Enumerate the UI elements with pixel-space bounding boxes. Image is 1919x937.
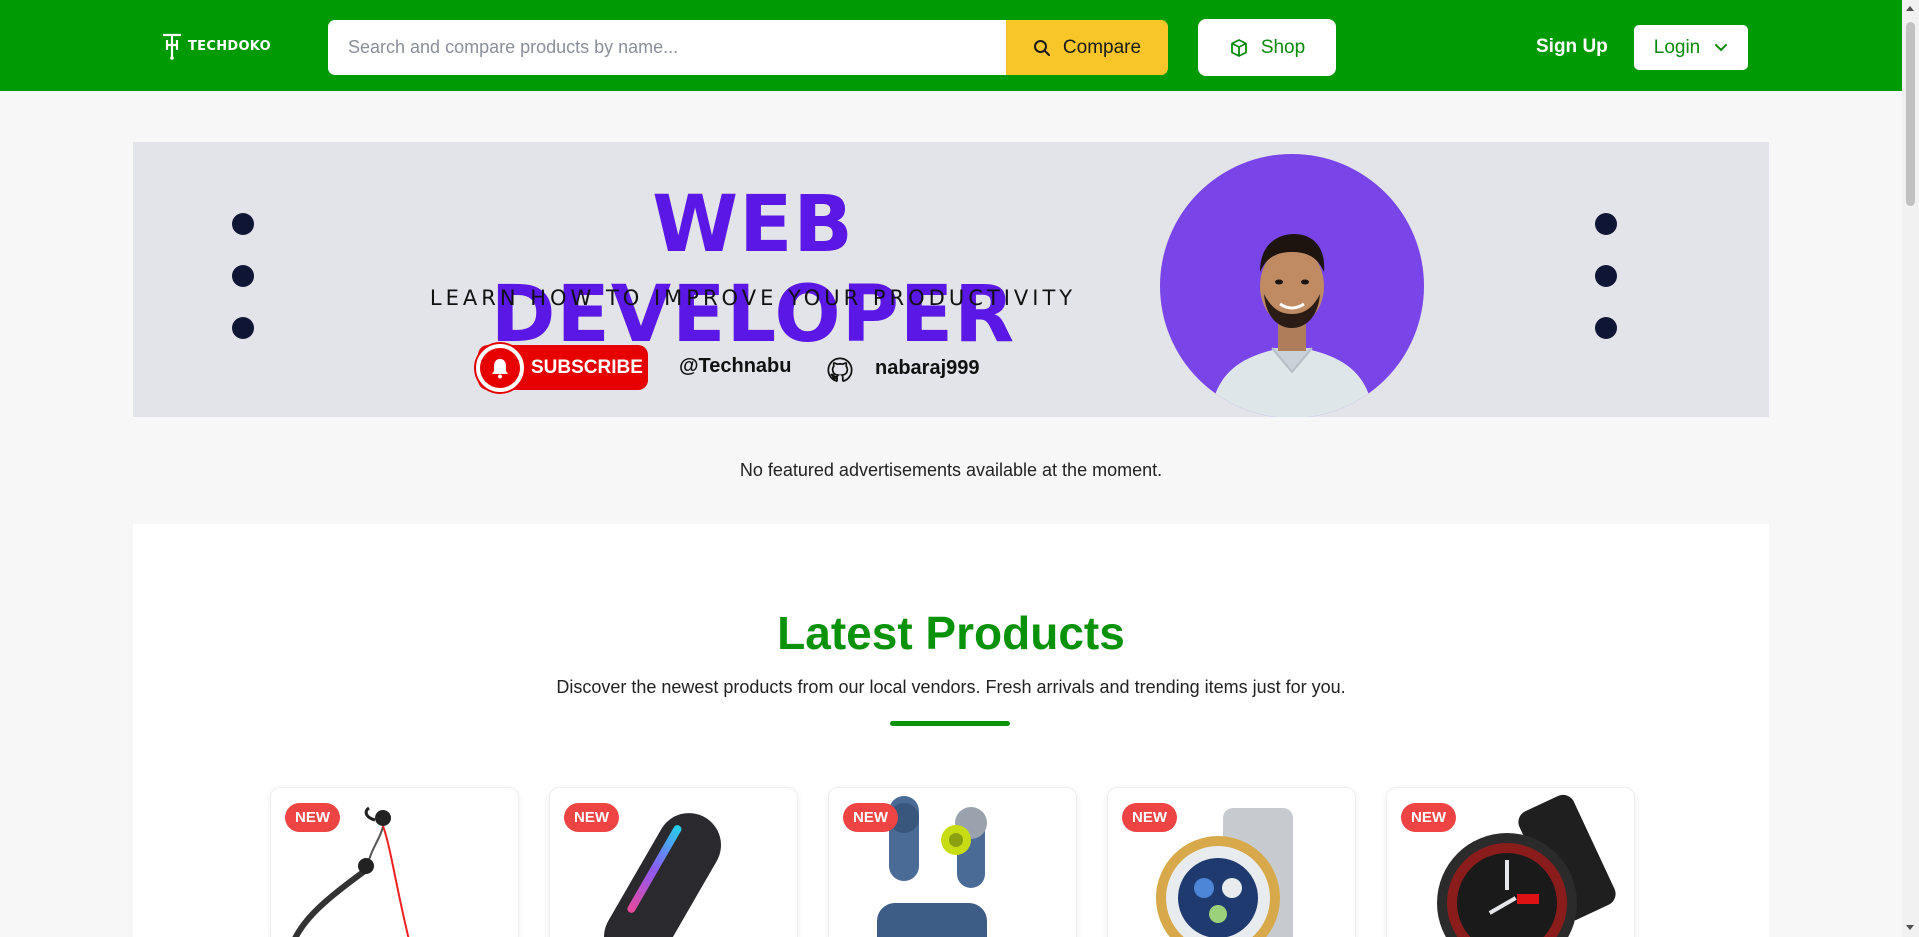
product-card[interactable]: NEW: [270, 787, 519, 937]
banner-title: WEB DEVELOPER: [490, 180, 1016, 360]
search-input[interactable]: [328, 20, 1006, 75]
product-card[interactable]: NEW: [549, 787, 798, 937]
top-navbar: TECHDOKO Compare Shop Sign Up Login: [0, 0, 1902, 91]
subscribe-button[interactable]: SUBSCRIBE: [476, 343, 648, 392]
decor-dot: [232, 265, 254, 287]
scroll-thumb[interactable]: [1906, 22, 1915, 206]
shop-button[interactable]: Shop: [1198, 19, 1336, 76]
title-underline: [890, 721, 1010, 726]
compare-label: Compare: [1062, 36, 1142, 58]
shop-label: Shop: [1260, 36, 1306, 58]
signup-link[interactable]: Sign Up: [1536, 36, 1608, 58]
decor-dot: [1595, 213, 1617, 235]
latest-products-section: Latest Products Discover the newest prod…: [133, 524, 1769, 937]
profile-photo: [1160, 154, 1424, 417]
product-card[interactable]: NEW: [828, 787, 1077, 937]
decor-dot: [1595, 317, 1617, 339]
scroll-down-arrow-icon[interactable]: [1906, 925, 1914, 930]
channel-handle: @Technabu: [679, 355, 792, 377]
scroll-up-arrow-icon[interactable]: [1906, 6, 1914, 11]
new-badge: NEW: [1122, 803, 1177, 832]
section-title: Latest Products: [777, 607, 1125, 659]
chevron-down-icon: [1715, 43, 1728, 51]
ads-empty-message: No featured advertisements available at …: [739, 460, 1163, 480]
login-dropdown-button[interactable]: Login: [1634, 25, 1748, 70]
new-badge: NEW: [843, 803, 898, 832]
section-description: Discover the newest products from our lo…: [556, 677, 1346, 697]
new-badge: NEW: [1401, 803, 1456, 832]
hero-banner[interactable]: WEB DEVELOPER LEARN HOW TO IMPROVE YOUR …: [133, 142, 1769, 417]
github-username: nabaraj999: [875, 357, 980, 379]
brand-name: TECHDOKO: [188, 38, 271, 54]
new-badge: NEW: [285, 803, 340, 832]
login-label: Login: [1653, 36, 1701, 58]
compare-button[interactable]: Compare: [1006, 20, 1168, 75]
logo-icon: [163, 33, 181, 60]
decor-dot: [232, 213, 254, 235]
decor-dot: [1595, 265, 1617, 287]
github-icon: [827, 357, 853, 382]
banner-subtitle: LEARN HOW TO IMPROVE YOUR PRODUCTIVITY: [429, 286, 1077, 310]
subscribe-label: SUBSCRIBE: [531, 356, 643, 378]
new-badge: NEW: [564, 803, 619, 832]
bell-icon: [476, 343, 524, 392]
brand-logo[interactable]: TECHDOKO: [161, 32, 271, 60]
box-icon: [1230, 38, 1247, 57]
product-card[interactable]: NEW: [1386, 787, 1635, 937]
search-icon: [1033, 39, 1050, 56]
page-scrollbar[interactable]: [1902, 0, 1919, 937]
product-card[interactable]: NEW: [1107, 787, 1356, 937]
decor-dot: [232, 317, 254, 339]
search-bar: Compare: [328, 20, 1168, 75]
